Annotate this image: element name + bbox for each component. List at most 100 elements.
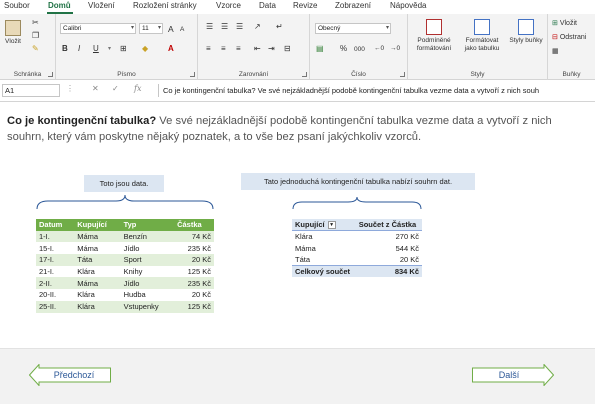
table-cell[interactable]: 20-II. — [36, 289, 74, 301]
cut-icon[interactable]: ✂ — [32, 18, 39, 28]
align-top-icon[interactable]: ☰ — [206, 22, 213, 32]
alignment-launcher-icon[interactable] — [302, 72, 307, 77]
font-name-select[interactable]: Calibri ▾ — [60, 23, 136, 34]
table-cell[interactable]: 20 Kč — [174, 254, 214, 266]
table-cell[interactable]: Knihy — [121, 266, 174, 278]
table-cell[interactable]: 125 Kč — [174, 266, 214, 278]
table-cell[interactable]: 235 Kč — [174, 242, 214, 254]
table-cell[interactable]: Klára — [74, 266, 120, 278]
increase-indent-icon[interactable]: ⇥ — [268, 44, 275, 54]
pivot-cell[interactable]: 270 Kč — [356, 231, 422, 243]
decrease-decimal-icon[interactable]: →0 — [390, 44, 400, 54]
italic-button[interactable]: I — [78, 44, 80, 54]
next-label: Další — [498, 370, 520, 380]
format-cells-button[interactable]: ▦ — [552, 47, 559, 57]
underline-dropdown-icon[interactable]: ▾ — [108, 44, 111, 54]
cell-styles-button[interactable]: Styly buňky — [508, 19, 544, 45]
tab-help[interactable]: Nápověda — [390, 1, 426, 10]
borders-icon[interactable]: ⊞ — [120, 44, 127, 54]
table-cell[interactable]: Máma — [74, 242, 120, 254]
number-format-select[interactable]: Obecný ▾ — [315, 23, 391, 34]
table-cell[interactable]: 1-I. — [36, 230, 75, 243]
font-launcher-icon[interactable] — [190, 72, 195, 77]
merge-center-icon[interactable]: ⊟ — [284, 44, 291, 54]
table-cell[interactable]: Klára — [74, 300, 121, 313]
grow-font-icon[interactable]: A — [168, 24, 174, 34]
insert-cells-button[interactable]: ⊞ Vložit — [552, 19, 577, 29]
increase-decimal-icon[interactable]: ←0 — [374, 44, 384, 54]
align-center-icon[interactable]: ≡ — [221, 44, 226, 54]
tab-insert[interactable]: Vložení — [88, 1, 115, 10]
paste-label: Vložit — [5, 38, 21, 45]
clipboard-launcher-icon[interactable] — [48, 72, 53, 77]
paste-button[interactable]: Vložit — [2, 20, 24, 46]
orientation-icon[interactable]: ↗ — [254, 22, 261, 32]
copy-icon[interactable]: ❐ — [32, 31, 39, 41]
table-row: 17-I. Táta Sport 20 Kč — [36, 254, 214, 266]
bold-button[interactable]: B — [62, 44, 68, 54]
tab-file[interactable]: Soubor — [4, 1, 30, 10]
pivot-cell[interactable]: Klára — [292, 231, 356, 243]
currency-icon[interactable]: ▤ — [316, 44, 324, 54]
font-size-select[interactable]: 11 ▾ — [139, 23, 163, 34]
tab-review[interactable]: Revize — [293, 1, 317, 10]
align-middle-icon[interactable]: ☰ — [221, 22, 228, 32]
table-cell[interactable]: Hudba — [121, 289, 174, 301]
pivot-cell[interactable]: Táta — [292, 254, 356, 266]
thousands-separator-button[interactable]: 000 — [354, 45, 365, 55]
table-cell[interactable]: Benzín — [120, 230, 175, 243]
table-cell[interactable]: Jídlo — [120, 277, 175, 290]
next-button[interactable]: Další — [472, 364, 554, 386]
column-header-date: Datum — [36, 219, 75, 231]
pivot-total-value[interactable]: 834 Kč — [355, 265, 422, 278]
table-cell[interactable]: Klára — [74, 289, 120, 301]
wrap-text-icon[interactable]: ↵ — [276, 22, 283, 32]
align-bottom-icon[interactable]: ☰ — [236, 22, 243, 32]
table-cell[interactable]: Jídlo — [121, 242, 174, 254]
tab-formulas[interactable]: Vzorce — [216, 1, 241, 10]
previous-button[interactable]: Předchozí — [29, 364, 111, 386]
pivot-cell[interactable]: 20 Kč — [356, 254, 422, 266]
name-box[interactable]: A1 — [2, 84, 60, 97]
delete-cells-button[interactable]: ⊟ Odstrani — [552, 33, 586, 43]
percent-button[interactable]: % — [340, 44, 347, 54]
table-cell[interactable]: 25-II. — [36, 300, 75, 313]
table-cell[interactable]: 2-II. — [36, 277, 75, 290]
tab-page-layout[interactable]: Rozložení stránky — [133, 1, 197, 10]
format-as-table-button[interactable]: Formátovat jako tabulku — [460, 19, 504, 52]
pivot-total-label[interactable]: Celkový součet — [292, 265, 356, 278]
table-cell[interactable]: Vstupenky — [120, 300, 175, 313]
table-cell[interactable]: 125 Kč — [174, 300, 214, 313]
align-left-icon[interactable]: ≡ — [206, 44, 211, 54]
table-cell[interactable]: Máma — [74, 277, 121, 290]
number-launcher-icon[interactable] — [400, 72, 405, 77]
conditional-formatting-button[interactable]: Podmíněné formátování — [412, 19, 456, 52]
align-right-icon[interactable]: ≡ — [236, 44, 241, 54]
table-cell[interactable]: 235 Kč — [174, 277, 214, 290]
tab-view[interactable]: Zobrazení — [335, 1, 371, 10]
column-header-type: Typ — [120, 219, 175, 231]
table-cell[interactable]: 15-I. — [36, 242, 74, 254]
format-painter-icon[interactable]: ✎ — [32, 44, 39, 54]
table-cell[interactable]: 17-I. — [36, 254, 75, 266]
table-cell[interactable]: 74 Kč — [174, 230, 214, 243]
tab-home[interactable]: Domů — [48, 1, 71, 10]
pivot-cell[interactable]: Máma — [292, 242, 356, 254]
font-color-icon[interactable]: A — [168, 44, 174, 54]
decrease-indent-icon[interactable]: ⇤ — [254, 44, 261, 54]
table-cell[interactable]: Táta — [74, 254, 121, 266]
filter-dropdown-icon[interactable]: ▼ — [327, 221, 336, 230]
shrink-font-icon[interactable]: A — [180, 25, 184, 35]
table-cell[interactable]: Máma — [74, 230, 121, 243]
underline-button[interactable]: U — [93, 44, 99, 54]
table-cell[interactable]: 21-I. — [36, 266, 74, 278]
table-cell[interactable]: Sport — [120, 254, 175, 266]
confirm-icon[interactable]: ✓ — [112, 84, 119, 93]
tab-data[interactable]: Data — [259, 1, 276, 10]
insert-function-icon[interactable]: fx — [134, 84, 141, 93]
fill-color-icon[interactable]: ◆ — [142, 44, 148, 54]
table-cell[interactable]: 20 Kč — [174, 289, 214, 301]
cancel-icon[interactable]: ✕ — [92, 84, 99, 93]
pivot-cell[interactable]: 544 Kč — [356, 242, 422, 254]
formula-input[interactable]: Co je kontingenční tabulka? Ve své nejzá… — [158, 84, 595, 97]
